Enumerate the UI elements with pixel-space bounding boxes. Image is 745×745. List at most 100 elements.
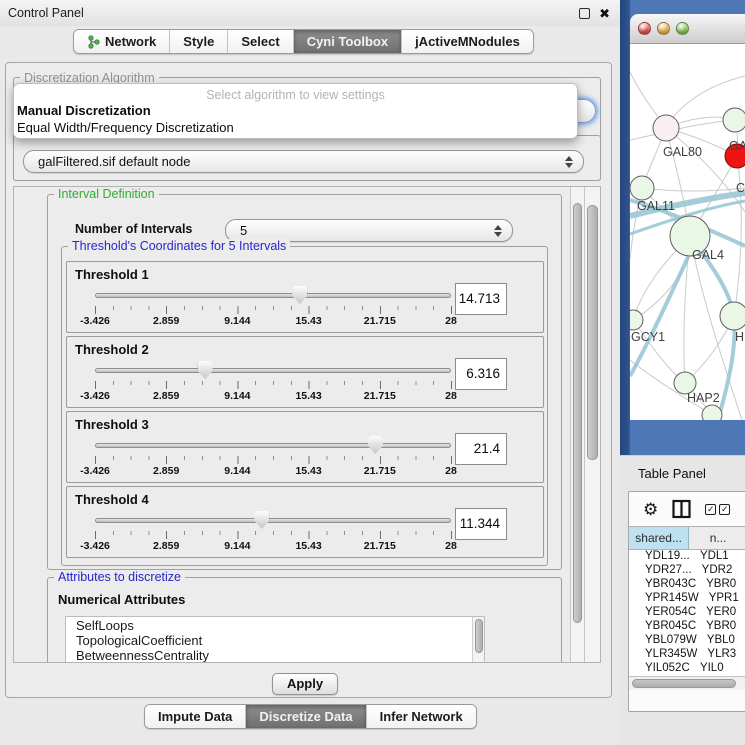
mac-zoom-button[interactable]	[676, 22, 689, 35]
slider-tick-labels: -3.4262.8599.14415.4321.71528	[67, 390, 543, 403]
tab-discretize-data[interactable]: Discretize Data	[245, 705, 365, 728]
network-node[interactable]	[723, 108, 745, 132]
table-row[interactable]: YBR043CYBR0	[629, 578, 745, 592]
tab-jactivemnodules[interactable]: jActiveMNodules	[401, 30, 533, 53]
table-cell: YBR0	[696, 620, 745, 634]
mac-minimize-button[interactable]	[657, 22, 670, 35]
table-row[interactable]: YDL19...YDL1	[629, 550, 745, 564]
table-cell: YER0	[696, 606, 745, 620]
settings-scroll-viewport: Interval Definition Number of Intervals …	[13, 186, 601, 663]
bottom-tab-bar: Impute DataDiscretize Data Infer Network	[144, 704, 477, 729]
cyni-toolbox-panel: Discretization Algorithm Select algorith…	[5, 62, 612, 698]
top-tab-bar: Network StyleSelect Cyni Toolbox jActiveMNo…	[73, 29, 534, 54]
close-icon[interactable]: ✖	[599, 8, 610, 19]
network-node[interactable]	[702, 405, 722, 420]
slider-handle[interactable]	[198, 361, 213, 379]
tab-style[interactable]: Style	[169, 30, 227, 53]
slider-major-ticks	[95, 456, 452, 464]
tab-select[interactable]: Select	[227, 30, 292, 53]
panel-title: Control Panel	[0, 6, 84, 20]
slider-track[interactable]	[95, 368, 451, 373]
settings-scrollbar[interactable]	[570, 187, 584, 662]
table-horizontal-scrollbar[interactable]	[629, 676, 745, 690]
list-item[interactable]: TopologicalCoefficient	[66, 632, 484, 647]
table-cell: YPR1	[699, 592, 745, 606]
table-row[interactable]: YLR345WYLR3	[629, 648, 745, 662]
slider-handle[interactable]	[368, 436, 383, 454]
float-window-icon[interactable]	[579, 8, 590, 19]
threshold-value-field[interactable]: 21.4	[455, 433, 507, 465]
threshold-value-field[interactable]: 14.713	[455, 283, 507, 315]
network-node[interactable]	[630, 176, 654, 200]
table-row[interactable]: YPR145WYPR1	[629, 592, 745, 606]
slider-handle[interactable]	[292, 286, 307, 304]
table-cell: YBR0	[696, 578, 745, 592]
network-canvas[interactable]: GAL80GACGAL11GAL4GCY1HHAP2	[630, 44, 745, 420]
tab-label: Cyni Toolbox	[307, 34, 388, 49]
thresholds-group: Threshold's Coordinates for 5 Intervals …	[61, 246, 548, 566]
threshold-row: Threshold 4 -3.4262.8599.14415.4321.7152…	[66, 486, 544, 558]
tab-network[interactable]: Network	[74, 30, 169, 53]
threshold-value-field[interactable]: 11.344	[455, 508, 507, 540]
scrollbar-thumb[interactable]	[632, 679, 736, 688]
table-cell: YER054C	[629, 606, 696, 620]
node-label: HAP2	[687, 391, 720, 405]
slider-track[interactable]	[95, 293, 451, 298]
network-node[interactable]	[653, 115, 679, 141]
checkbox-icon[interactable]: ✓	[719, 504, 730, 515]
dropdown-option[interactable]: Equal Width/Frequency Discretization	[14, 119, 577, 136]
column-header[interactable]: n...	[689, 527, 745, 549]
table-row[interactable]: YBR045CYBR0	[629, 620, 745, 634]
node-label: C	[736, 181, 745, 195]
tab-label: Network	[105, 34, 156, 49]
network-view-window: GAL80GACGAL11GAL4GCY1HHAP2	[630, 14, 745, 455]
network-window-backdrop: GAL80GACGAL11GAL4GCY1HHAP2	[620, 0, 745, 455]
slider-track[interactable]	[95, 518, 451, 523]
network-node[interactable]	[720, 302, 745, 330]
tab-label: Infer Network	[380, 709, 463, 724]
table-row[interactable]: YIL052CYIL0	[629, 662, 745, 676]
network-icon	[87, 35, 100, 49]
slider-tick-labels: -3.4262.8599.14415.4321.71528	[67, 315, 543, 328]
gear-icon[interactable]: ⚙	[643, 501, 658, 518]
combo-spinner-icon	[494, 225, 502, 237]
tab-infer-network[interactable]: Infer Network	[366, 705, 476, 728]
slider-major-ticks	[95, 381, 452, 389]
table-data-value: galFiltered.sif default node	[24, 154, 565, 169]
table-cell: YIL0	[690, 662, 745, 676]
node-label: GAL80	[663, 145, 702, 159]
table-cell: YLR345W	[629, 648, 697, 662]
network-window-titlebar[interactable]	[630, 14, 745, 44]
list-item[interactable]: BetweennessCentrality	[66, 647, 484, 662]
threshold-value-field[interactable]: 6.316	[455, 358, 507, 390]
table-panel-body: ⚙ ✓ ✓ shared...n... YDL19...YDL1YDR27...…	[628, 491, 745, 712]
dropdown-option[interactable]: Manual Discretization	[14, 102, 577, 119]
list-item[interactable]: SelfLoops	[66, 617, 484, 632]
threshold-label: Threshold 2	[75, 342, 149, 357]
column-header[interactable]: shared...	[629, 527, 689, 549]
checkbox-icon[interactable]: ✓	[705, 504, 716, 515]
tab-label: jActiveMNodules	[415, 34, 520, 49]
table-toolbar: ⚙ ✓ ✓	[629, 492, 745, 526]
mac-close-button[interactable]	[638, 22, 651, 35]
slider-handle[interactable]	[254, 511, 269, 529]
table-row[interactable]: YER054CYER0	[629, 606, 745, 620]
node-label: GA	[729, 139, 745, 153]
list-scrollbar[interactable]	[472, 617, 484, 663]
tab-cyni-toolbox[interactable]: Cyni Toolbox	[293, 30, 401, 53]
table-cell: YBR043C	[629, 578, 696, 592]
table-row[interactable]: YDR27...YDR2	[629, 564, 745, 578]
tab-impute-data[interactable]: Impute Data	[145, 705, 245, 728]
slider-track[interactable]	[95, 443, 451, 448]
threshold-row: Threshold 1 -3.4262.8599.14415.4321.7152…	[66, 261, 544, 333]
network-node[interactable]	[630, 310, 643, 330]
table-cell: YIL052C	[629, 662, 690, 676]
apply-button[interactable]: Apply	[272, 673, 338, 695]
split-column-icon[interactable]	[672, 499, 691, 519]
table-cell: YBL0	[697, 634, 745, 648]
table-row[interactable]: YBL079WYBL0	[629, 634, 745, 648]
panel-scrollbar[interactable]	[584, 187, 600, 662]
node-label: H	[735, 330, 744, 344]
attributes-group-label: Attributes to discretize	[54, 570, 185, 584]
table-data-combobox[interactable]: galFiltered.sif default node	[23, 150, 584, 173]
